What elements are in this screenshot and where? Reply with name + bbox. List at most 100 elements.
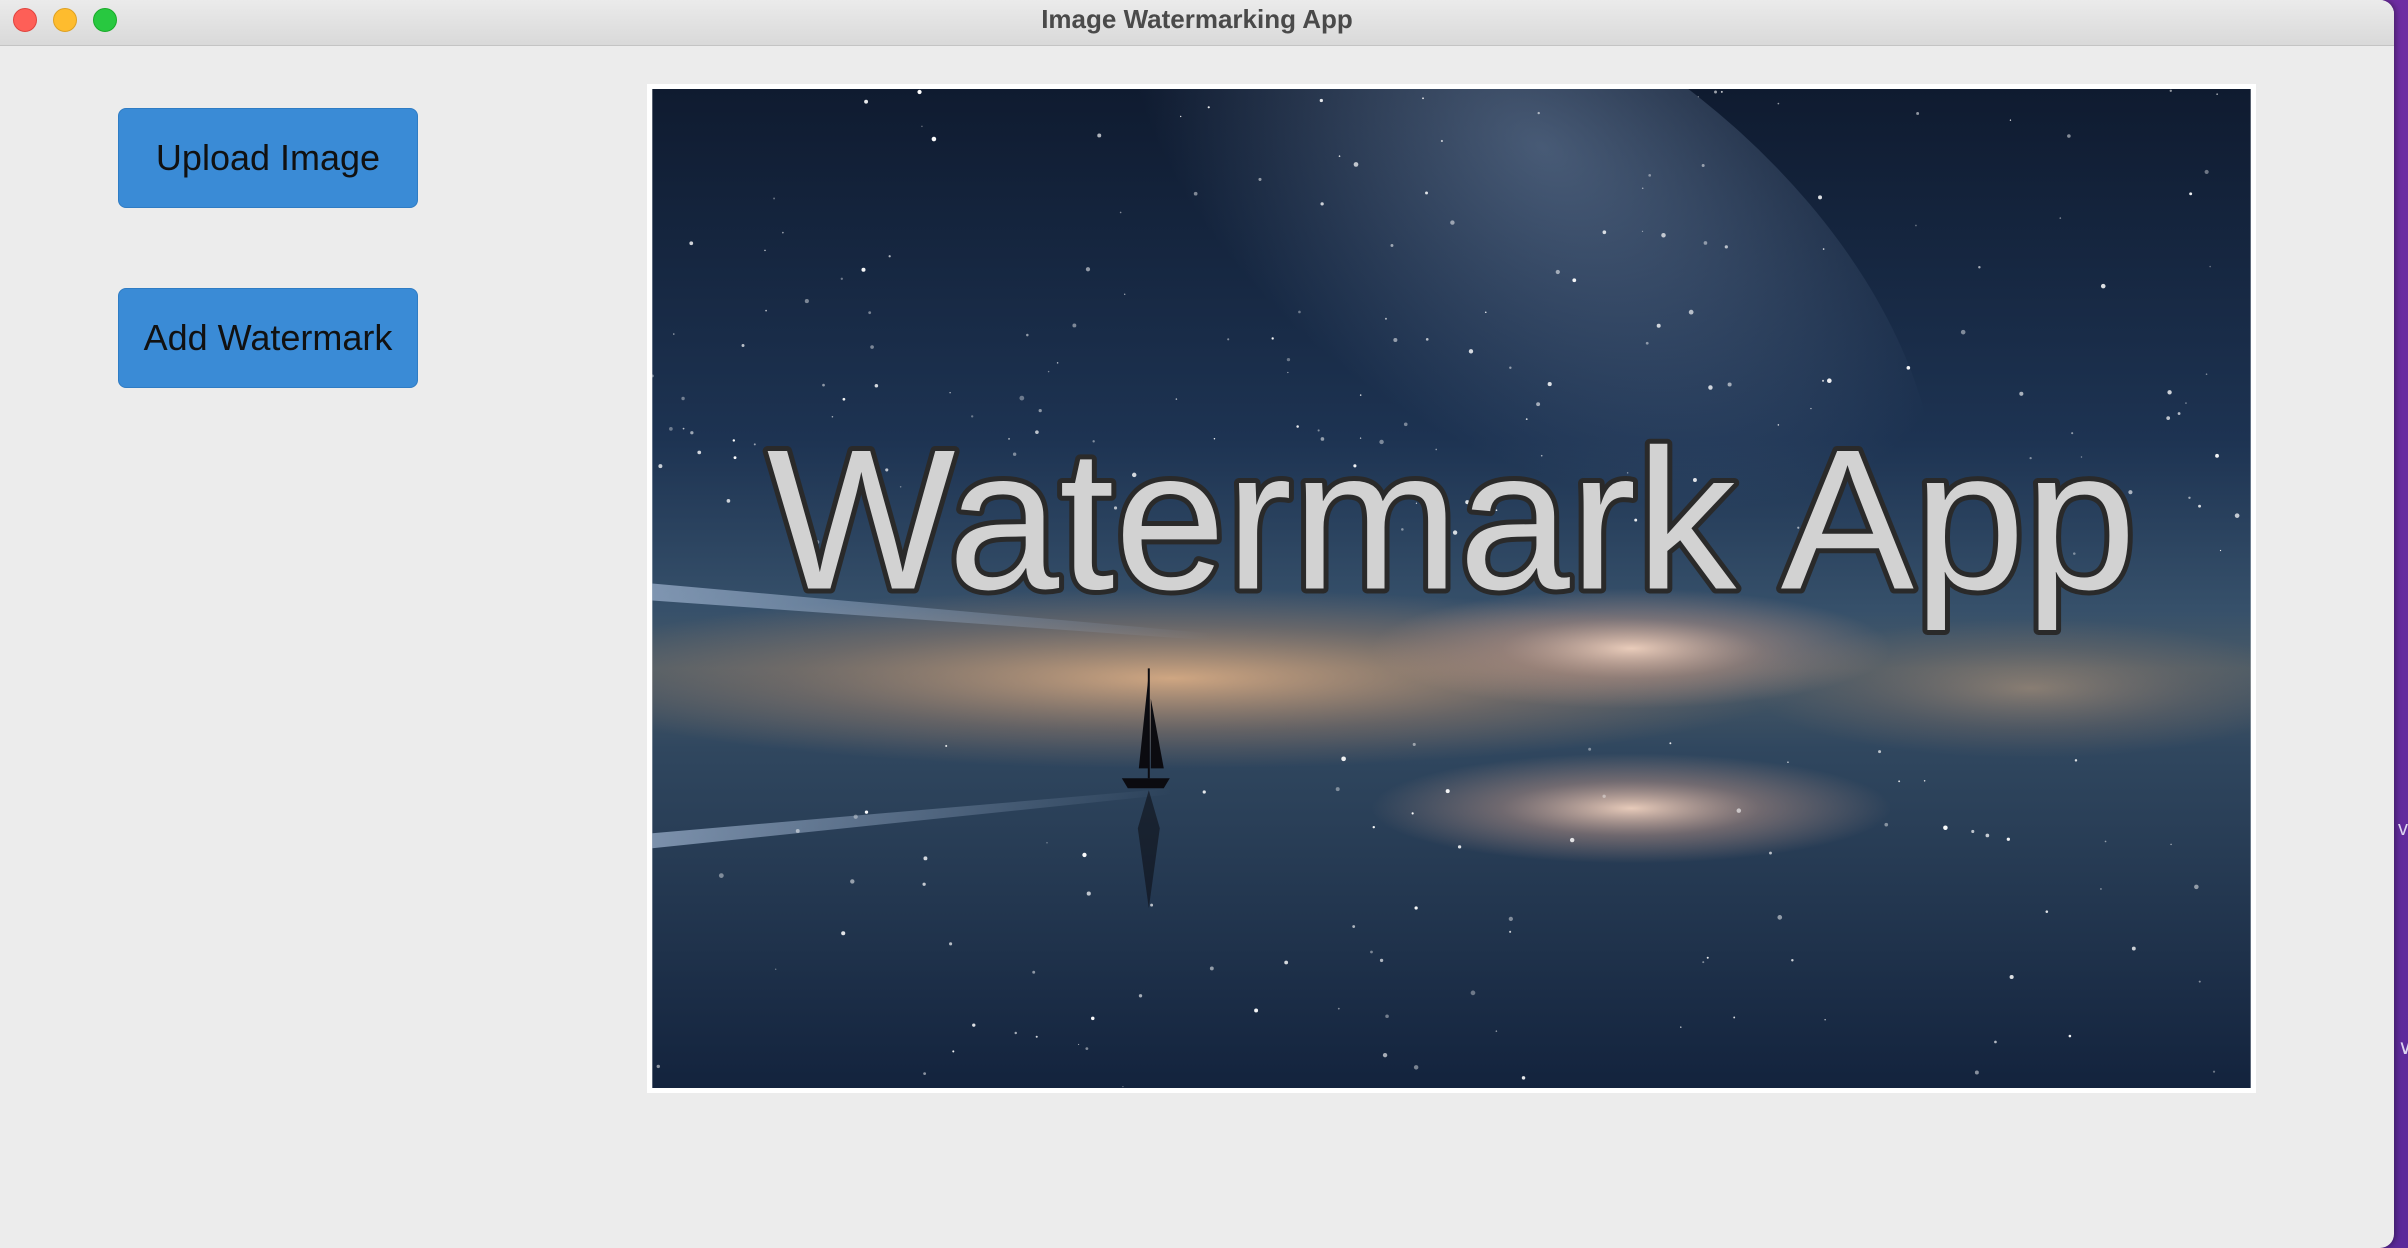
star (1390, 243, 1394, 247)
star (726, 499, 731, 503)
star (1641, 230, 1644, 233)
star (1450, 220, 1455, 225)
star (921, 125, 923, 128)
star (1727, 382, 1732, 387)
star (1082, 852, 1087, 858)
star (1014, 1031, 1017, 1035)
star (1777, 102, 1780, 105)
star (1769, 851, 1772, 855)
star (764, 249, 766, 252)
star (1822, 379, 1825, 382)
star (774, 968, 777, 970)
star (1906, 366, 1911, 370)
star (1077, 1043, 1080, 1046)
star (795, 829, 800, 833)
star (1119, 211, 1122, 214)
star (1555, 269, 1560, 275)
star (2219, 549, 2222, 552)
star (732, 439, 736, 442)
star (1056, 362, 1059, 364)
star (1097, 133, 1102, 138)
desktop-glyph: ∨ (2398, 1037, 2408, 1059)
star (972, 1023, 976, 1027)
star (669, 427, 673, 431)
add-watermark-button[interactable]: Add Watermark (118, 288, 418, 388)
star (1085, 267, 1091, 272)
star (1495, 1030, 1498, 1032)
star (1648, 173, 1652, 177)
star (2167, 390, 2172, 395)
star (917, 89, 922, 95)
star (804, 299, 809, 304)
star (1207, 106, 1210, 109)
star (1047, 370, 1050, 373)
star (2170, 843, 2172, 846)
star (1974, 1070, 1979, 1075)
star (2009, 974, 2014, 980)
star (1425, 191, 1428, 195)
star (1777, 915, 1783, 920)
star (1385, 1014, 1389, 1019)
star (1706, 956, 1709, 959)
star (945, 744, 948, 747)
star (1697, 96, 1699, 98)
star (1985, 833, 1990, 838)
star (1521, 1076, 1526, 1080)
star (1572, 278, 1577, 283)
star (1537, 111, 1540, 115)
star (2104, 840, 2107, 843)
star (1337, 1007, 1340, 1010)
star (822, 383, 825, 387)
star (1714, 90, 1717, 94)
star (868, 311, 872, 315)
star (2209, 265, 2211, 268)
star (733, 456, 737, 460)
star (2045, 910, 2049, 913)
star (741, 344, 745, 348)
star (1370, 950, 1373, 954)
star (1943, 825, 1948, 831)
star (2074, 759, 2078, 762)
star (2205, 373, 2208, 376)
upload-image-button[interactable]: Upload Image (118, 108, 418, 208)
star (1138, 994, 1143, 998)
star (1470, 990, 1476, 996)
star (1227, 338, 1230, 341)
star (1602, 230, 1607, 235)
star (753, 443, 756, 446)
star (1124, 293, 1126, 295)
star (931, 136, 937, 142)
star (2131, 946, 2136, 951)
star (2198, 980, 2201, 983)
star (1287, 371, 1289, 374)
star (2188, 496, 2191, 499)
star (1508, 916, 1513, 921)
star (1298, 310, 1301, 314)
star (1046, 841, 1048, 844)
star (1708, 385, 1713, 390)
star (1978, 266, 1981, 269)
star (1994, 1040, 1997, 1044)
star (2009, 119, 2012, 121)
star (1884, 822, 1889, 827)
star (1971, 829, 1975, 834)
star (1703, 241, 1708, 245)
star (2100, 888, 2102, 890)
star (1702, 961, 1705, 964)
star (2100, 283, 2106, 289)
star (1457, 845, 1462, 849)
star (1923, 780, 1926, 782)
star (2185, 402, 2187, 404)
star (923, 856, 928, 861)
star (1353, 162, 1359, 167)
star (1960, 329, 1966, 335)
star (888, 255, 891, 258)
star (1547, 382, 1552, 387)
star (1035, 1035, 1038, 1038)
star (2166, 416, 2171, 421)
star (1384, 317, 1387, 320)
star (1122, 1085, 1124, 1088)
title-bar[interactable]: Image Watermarking App (0, 0, 2394, 46)
star (1645, 341, 1649, 345)
image-preview-frame: Watermark App (647, 84, 2256, 1093)
